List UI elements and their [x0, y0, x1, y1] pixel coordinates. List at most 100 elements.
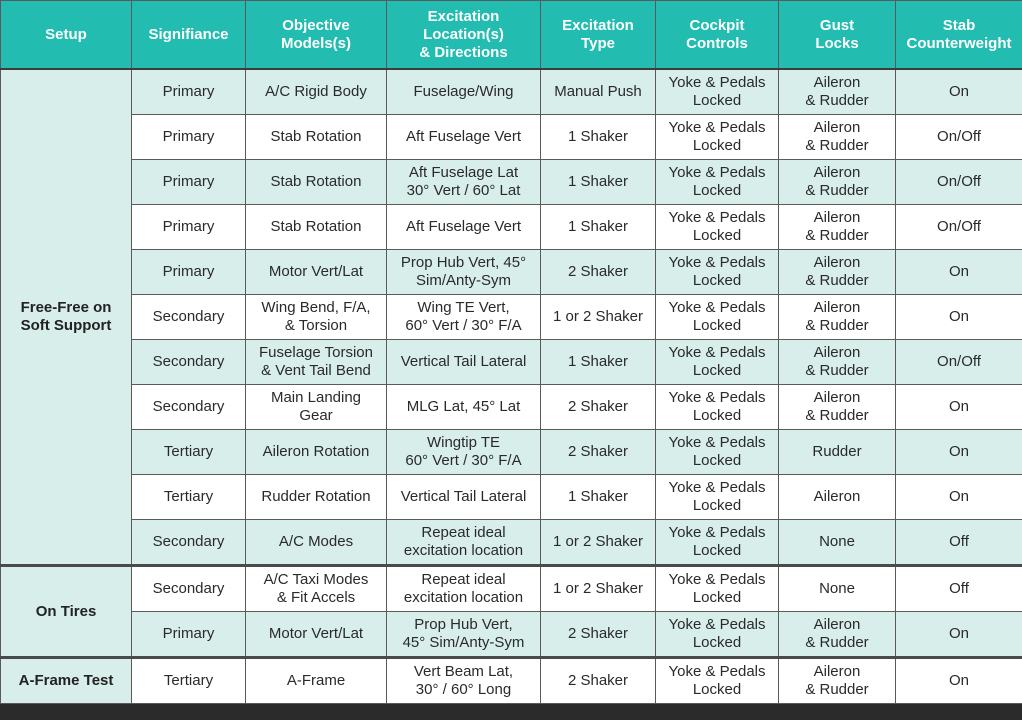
- cockpit-controls-cell: Yoke & Pedals Locked: [655, 339, 779, 385]
- header-excitation-type: Excitation Type: [540, 0, 656, 70]
- setup-cell: On Tires: [0, 564, 132, 658]
- objective-models-cell: Motor Vert/Lat: [245, 611, 387, 658]
- table-row: Free-Free on Soft Support Primary A/C Rigid…: [0, 68, 1022, 566]
- excitation-location-cell: Vertical Tail Lateral: [386, 339, 541, 385]
- table-row: Primary Stab Rotation Aft Fuselage Vert 1 S…: [1, 114, 1022, 160]
- stab-counterweight-cell: On/Off: [895, 159, 1022, 205]
- gust-locks-cell: Aileron & Rudder: [778, 114, 896, 160]
- header-setup: Setup: [0, 0, 132, 70]
- header-stab-counterweight: Stab Counterweight: [895, 0, 1022, 70]
- setup-cell: A-Frame Test: [0, 656, 132, 704]
- objective-models-cell: Stab Rotation: [245, 159, 387, 205]
- significance-cell: Primary: [131, 611, 246, 658]
- header-significance: Signifiance: [131, 0, 246, 70]
- gust-locks-cell: Aileron & Rudder: [778, 249, 896, 295]
- modal-test-setup-table: Setup Signifiance Objective Models(s) Exc…: [0, 0, 1022, 704]
- cockpit-controls-cell: Yoke & Pedals Locked: [655, 564, 779, 612]
- cockpit-controls-cell: Yoke & Pedals Locked: [655, 249, 779, 295]
- stab-counterweight-cell: On/Off: [895, 204, 1022, 250]
- gust-locks-cell: Aileron & Rudder: [778, 656, 896, 704]
- cockpit-controls-cell: Yoke & Pedals Locked: [655, 519, 779, 566]
- significance-cell: Primary: [131, 159, 246, 205]
- objective-models-cell: A-Frame: [245, 656, 387, 704]
- excitation-location-cell: Prop Hub Vert, 45° Sim/Anty-Sym: [386, 249, 541, 295]
- excitation-location-cell: MLG Lat, 45° Lat: [386, 384, 541, 430]
- gust-locks-cell: Aileron & Rudder: [778, 384, 896, 430]
- stab-counterweight-cell: On/Off: [895, 114, 1022, 160]
- gust-locks-cell: Aileron & Rudder: [778, 611, 896, 658]
- stab-counterweight-cell: Off: [895, 519, 1022, 566]
- excitation-type-cell: 2 Shaker: [540, 656, 656, 704]
- significance-cell: Primary: [131, 114, 246, 160]
- cockpit-controls-cell: Yoke & Pedals Locked: [655, 204, 779, 250]
- excitation-type-cell: 1 or 2 Shaker: [540, 564, 656, 612]
- cockpit-controls-cell: Yoke & Pedals Locked: [655, 68, 779, 115]
- table-row: Secondary A/C Modes Repeat ideal excitation…: [1, 519, 1022, 566]
- excitation-type-cell: 2 Shaker: [540, 384, 656, 430]
- gust-locks-cell: None: [778, 519, 896, 566]
- setup-cell: Free-Free on Soft Support: [0, 68, 132, 566]
- header-objective-models: Objective Models(s): [245, 0, 387, 70]
- cockpit-controls-cell: Yoke & Pedals Locked: [655, 611, 779, 658]
- cockpit-controls-cell: Yoke & Pedals Locked: [655, 294, 779, 340]
- excitation-type-cell: 1 Shaker: [540, 339, 656, 385]
- table-row: Secondary Fuselage Torsion & Vent Tail Ben…: [1, 339, 1022, 385]
- objective-models-cell: Stab Rotation: [245, 114, 387, 160]
- gust-locks-cell: Aileron & Rudder: [778, 159, 896, 205]
- excitation-type-cell: 1 or 2 Shaker: [540, 519, 656, 566]
- table-row: Tertiary Rudder Rotation Vertical Tail Lat…: [1, 474, 1022, 520]
- table-row: Secondary Wing Bend, F/A, & Torsion Wing TE…: [1, 294, 1022, 340]
- significance-cell: Tertiary: [131, 474, 246, 520]
- excitation-location-cell: Fuselage/Wing: [386, 68, 541, 115]
- header-gust-locks: Gust Locks: [778, 0, 896, 70]
- header-cockpit-controls: Cockpit Controls: [655, 0, 779, 70]
- excitation-location-cell: Prop Hub Vert, 45° Sim/Anty-Sym: [386, 611, 541, 658]
- excitation-type-cell: 2 Shaker: [540, 249, 656, 295]
- excitation-type-cell: 2 Shaker: [540, 611, 656, 658]
- significance-cell: Primary: [131, 249, 246, 295]
- gust-locks-cell: Aileron & Rudder: [778, 68, 896, 115]
- objective-models-cell: Aileron Rotation: [245, 429, 387, 475]
- excitation-location-cell: Wingtip TE 60° Vert / 30° F/A: [386, 429, 541, 475]
- cockpit-controls-cell: Yoke & Pedals Locked: [655, 114, 779, 160]
- significance-cell: Secondary: [131, 519, 246, 566]
- excitation-type-cell: 2 Shaker: [540, 429, 656, 475]
- excitation-location-cell: Vert Beam Lat, 30° / 60° Long: [386, 656, 541, 704]
- excitation-location-cell: Aft Fuselage Lat 30° Vert / 60° Lat: [386, 159, 541, 205]
- objective-models-cell: Motor Vert/Lat: [245, 249, 387, 295]
- objective-models-cell: A/C Modes: [245, 519, 387, 566]
- significance-cell: Tertiary: [131, 429, 246, 475]
- table-row: On Tires Secondary A/C Taxi Modes & Fit Acc…: [0, 564, 1022, 658]
- table-row: Secondary Main Landing Gear MLG Lat, 45° La…: [1, 384, 1022, 430]
- stab-counterweight-cell: On: [895, 474, 1022, 520]
- excitation-location-cell: Repeat ideal excitation location: [386, 519, 541, 566]
- cockpit-controls-cell: Yoke & Pedals Locked: [655, 656, 779, 704]
- table-row: Tertiary Aileron Rotation Wingtip TE 60° Ve…: [1, 429, 1022, 475]
- significance-cell: Secondary: [131, 339, 246, 385]
- table-row: Primary Motor Vert/Lat Prop Hub Vert, 45° S…: [1, 611, 1022, 658]
- objective-models-cell: A/C Taxi Modes & Fit Accels: [245, 564, 387, 612]
- excitation-type-cell: 1 Shaker: [540, 474, 656, 520]
- significance-cell: Secondary: [131, 564, 246, 612]
- gust-locks-cell: Aileron & Rudder: [778, 339, 896, 385]
- stab-counterweight-cell: On/Off: [895, 339, 1022, 385]
- header-row: Setup Signifiance Objective Models(s) Exc…: [0, 0, 1022, 70]
- table-row: A-Frame Test Tertiary A-Frame Vert Beam Lat…: [0, 656, 1022, 704]
- cockpit-controls-cell: Yoke & Pedals Locked: [655, 474, 779, 520]
- significance-cell: Secondary: [131, 384, 246, 430]
- stab-counterweight-cell: On: [895, 249, 1022, 295]
- gust-locks-cell: Aileron & Rudder: [778, 204, 896, 250]
- stab-counterweight-cell: On: [895, 294, 1022, 340]
- excitation-location-cell: Repeat ideal excitation location: [386, 564, 541, 612]
- stab-counterweight-cell: On: [895, 656, 1022, 704]
- significance-cell: Primary: [131, 204, 246, 250]
- excitation-location-cell: Aft Fuselage Vert: [386, 204, 541, 250]
- significance-cell: Secondary: [131, 294, 246, 340]
- excitation-type-cell: Manual Push: [540, 68, 656, 115]
- stab-counterweight-cell: On: [895, 429, 1022, 475]
- significance-cell: Tertiary: [131, 656, 246, 704]
- excitation-location-cell: Aft Fuselage Vert: [386, 114, 541, 160]
- objective-models-cell: Fuselage Torsion & Vent Tail Bend: [245, 339, 387, 385]
- significance-cell: Primary: [131, 68, 246, 115]
- gust-locks-cell: None: [778, 564, 896, 612]
